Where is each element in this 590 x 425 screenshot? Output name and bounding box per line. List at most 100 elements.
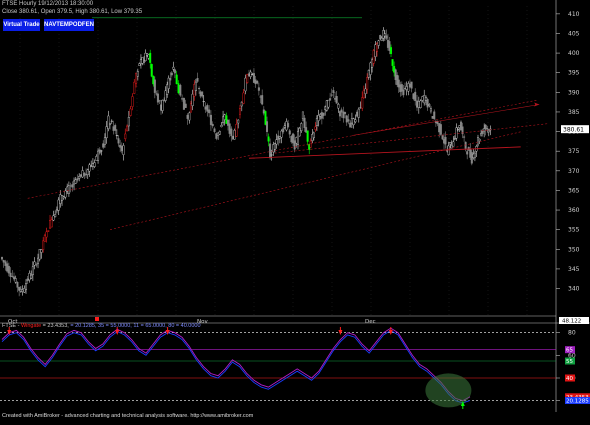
- candle-body: [254, 79, 257, 85]
- candle-body: [26, 278, 29, 282]
- candle-body: [133, 81, 136, 94]
- price-chart[interactable]: 4104054003953903853803753703653603553503…: [0, 0, 590, 421]
- candle-body: [322, 112, 325, 116]
- indicator-value-text: = 23.4353,: [41, 323, 71, 329]
- candle-body: [425, 97, 428, 101]
- candle-body: [120, 146, 123, 152]
- candle-body: [335, 96, 338, 104]
- candle-body: [251, 73, 254, 75]
- candle-body: [332, 90, 335, 93]
- candle-body: [257, 87, 260, 91]
- candle-body: [201, 91, 204, 97]
- price-tick-label: 395: [568, 70, 580, 77]
- candle-body: [25, 283, 28, 291]
- candle-body: [71, 184, 74, 188]
- candle-body: [235, 124, 238, 137]
- candle-body: [88, 164, 91, 172]
- candle-body: [306, 130, 309, 142]
- candle-body: [453, 138, 456, 140]
- candle-body: [1, 257, 4, 260]
- candle-body: [476, 137, 479, 146]
- price-tick-label: 360: [568, 207, 580, 214]
- candle-body: [126, 125, 129, 131]
- candle-body: [292, 133, 295, 144]
- candle-body: [252, 73, 255, 83]
- second-button[interactable]: NAVTEMPODFEN: [44, 19, 94, 31]
- virtual-trade-button[interactable]: Virtual Trade: [3, 19, 40, 31]
- candle-body: [117, 138, 120, 144]
- candle-body: [416, 100, 419, 108]
- candle-body: [119, 144, 122, 148]
- candle-body: [300, 123, 303, 132]
- candle-body: [377, 40, 380, 46]
- candle-body: [223, 114, 226, 120]
- candle-body: [175, 74, 178, 85]
- candle-body: [4, 261, 7, 266]
- candle-body: [277, 135, 280, 140]
- candle-body: [112, 126, 115, 131]
- candle-body: [426, 99, 429, 108]
- candle-body: [282, 128, 285, 133]
- price-tick-label: 390: [568, 89, 580, 96]
- candle-body: [246, 74, 249, 84]
- candle-body: [204, 106, 207, 110]
- candle-body: [327, 99, 330, 108]
- price-tick-label: 405: [568, 30, 580, 37]
- candle-body: [28, 272, 31, 281]
- candle-body: [359, 107, 362, 109]
- candle-body: [354, 119, 357, 123]
- candle-body: [182, 98, 185, 110]
- chart-header: FTSE Hourly 19/12/2013 18:30:00 Close 38…: [2, 1, 142, 16]
- candle-body: [262, 109, 265, 114]
- candle-body: [309, 140, 312, 148]
- candle-body: [269, 143, 272, 159]
- candle-body: [342, 111, 345, 119]
- candle-body: [247, 73, 250, 77]
- indicator-level-badge-label: 20.1285: [566, 399, 589, 405]
- candle-body: [449, 142, 452, 145]
- price-tick-label: 350: [568, 246, 580, 253]
- candle-body: [290, 136, 293, 143]
- candle-body: [55, 209, 58, 212]
- candle-body: [280, 130, 283, 138]
- candle-body: [334, 98, 337, 100]
- candle-body: [67, 185, 70, 194]
- candle-body: [238, 108, 241, 115]
- candle-body: [369, 62, 372, 75]
- price-tick-label: 345: [568, 266, 580, 273]
- candle-body: [18, 286, 21, 291]
- candle-body: [314, 126, 317, 130]
- indicator-title: FTSE - Wingate = 23.4353, = 20.1285, 35 …: [2, 323, 201, 329]
- candle-body: [97, 150, 100, 161]
- indicator-level-badge-label: 40: [566, 376, 573, 382]
- candle-body: [35, 264, 38, 266]
- candle-body: [317, 115, 320, 121]
- candle-body: [83, 173, 86, 176]
- candle-body: [244, 77, 247, 92]
- last-price-label: 380.61: [563, 126, 584, 133]
- candle-body: [287, 123, 290, 128]
- candle-body: [124, 133, 127, 139]
- candle-body: [2, 260, 5, 263]
- candle-body: [93, 162, 96, 167]
- candle-body: [173, 69, 176, 74]
- candle-body: [49, 220, 52, 229]
- candle-body: [202, 101, 205, 103]
- price-tick-label: 400: [568, 50, 580, 57]
- candle-body: [122, 145, 125, 155]
- candle-body: [206, 105, 209, 112]
- candle-body: [266, 121, 269, 132]
- candle-body: [181, 98, 184, 100]
- candle-body: [404, 87, 407, 89]
- candle-body: [486, 127, 489, 130]
- indicator-top-label: 48.122: [562, 319, 581, 325]
- candle-body: [285, 121, 288, 131]
- candle-body: [73, 180, 76, 185]
- candle-body: [50, 219, 53, 228]
- candle-body: [127, 116, 130, 127]
- candle-body: [466, 151, 469, 155]
- candle-body: [85, 174, 88, 176]
- candle-body: [340, 109, 343, 113]
- indicator-level-badge-label: 65: [566, 348, 573, 354]
- candle-body: [338, 111, 341, 117]
